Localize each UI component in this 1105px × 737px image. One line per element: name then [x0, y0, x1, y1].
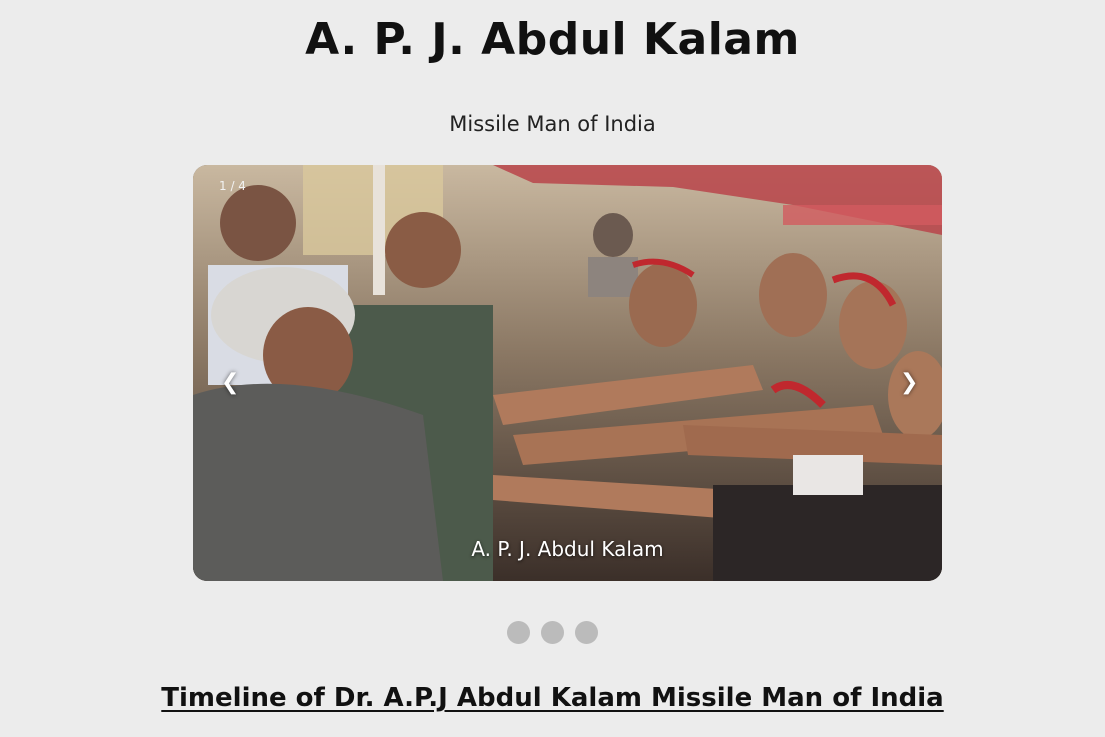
slide-dot-1[interactable]	[507, 621, 530, 644]
next-slide-button[interactable]: ❯	[900, 370, 918, 395]
slide-dot-3[interactable]	[575, 621, 598, 644]
slide-dots	[0, 621, 1105, 644]
slide-photo	[193, 165, 942, 581]
slide-dot-2[interactable]	[541, 621, 564, 644]
page-subtitle: Missile Man of India	[449, 112, 656, 136]
page-title: A. P. J. Abdul Kalam	[305, 14, 800, 65]
slide-caption: A. P. J. Abdul Kalam	[471, 537, 664, 561]
timeline-heading: Timeline of Dr. A.P.J Abdul Kalam Missil…	[161, 683, 944, 713]
previous-slide-button[interactable]: ❮	[221, 370, 239, 395]
slideshow: 1 / 4 ❮ ❯ A. P. J. Abdul Kalam	[193, 165, 942, 581]
slide-number: 1 / 4	[219, 179, 246, 193]
page: A. P. J. Abdul Kalam Missile Man of Indi…	[0, 0, 1105, 737]
